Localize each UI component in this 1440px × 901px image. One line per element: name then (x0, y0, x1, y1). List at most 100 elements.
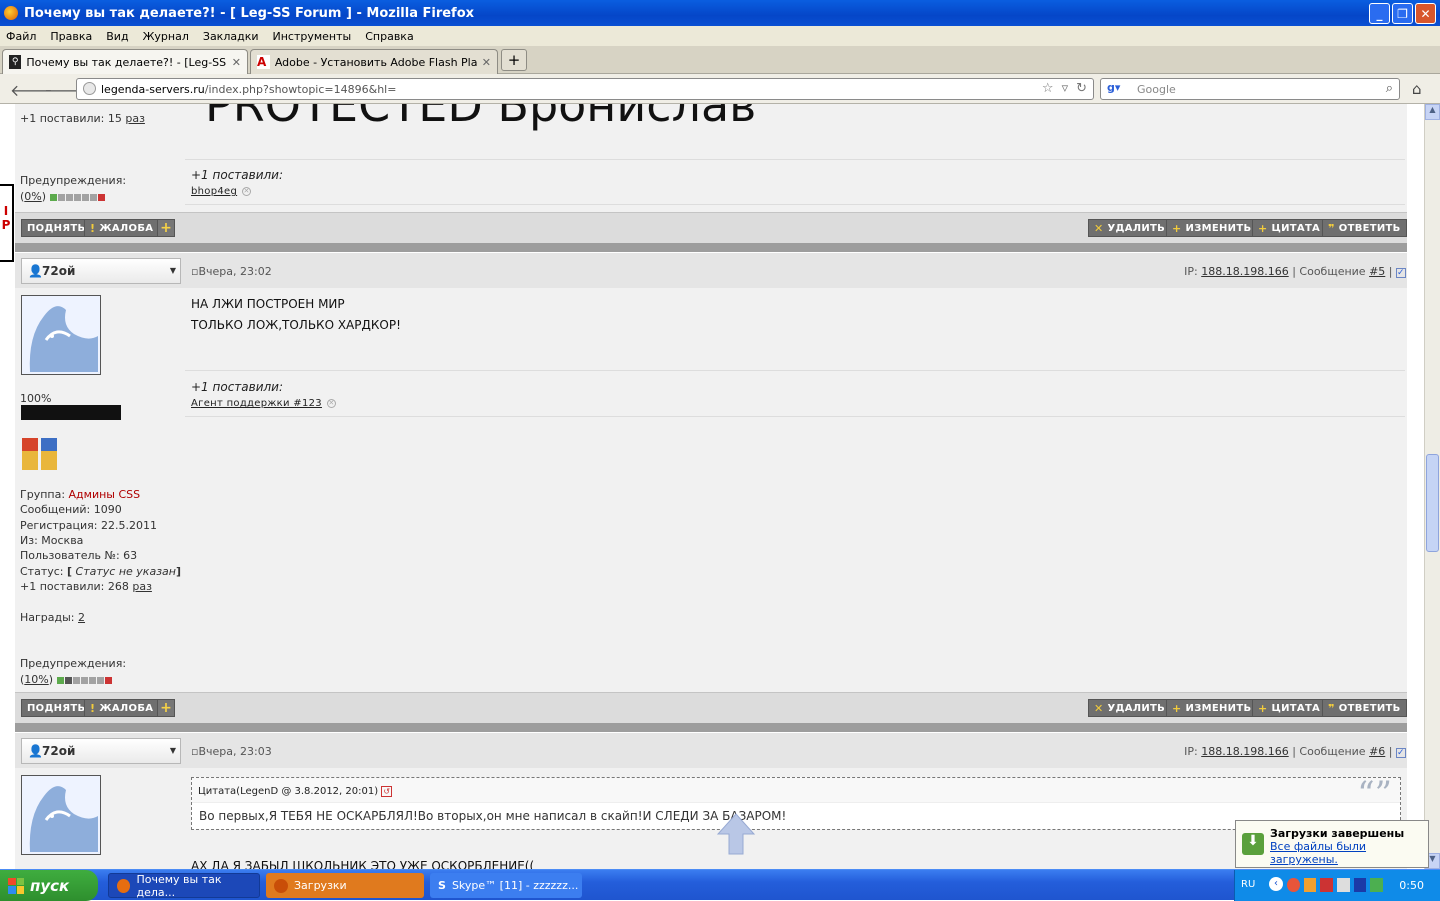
quote-button[interactable]: + ЦИТАТА (1252, 219, 1327, 237)
rep-label: +1 поставили: (191, 168, 284, 182)
user-avatar[interactable] (21, 295, 101, 375)
menu-bookmarks[interactable]: Закладки (203, 30, 259, 43)
awards-link[interactable]: 2 (78, 611, 85, 624)
chevron-down-icon: ▼ (169, 746, 176, 755)
menu-tools[interactable]: Инструменты (273, 30, 352, 43)
reply-button[interactable]: ❞ ОТВЕТИТЬ (1322, 699, 1407, 717)
post-number-link[interactable]: #6 (1369, 745, 1385, 758)
bookmark-star-icon[interactable]: ☆ (1042, 81, 1054, 96)
up-button[interactable]: ПОДНЯТЬ (21, 699, 92, 717)
user-number: Пользователь №: 63 (20, 549, 138, 562)
select-checkbox[interactable]: ✓ (1396, 268, 1406, 278)
tray-expand-icon[interactable]: ‹ (1269, 877, 1283, 891)
reply-button[interactable]: ❞ ОТВЕТИТЬ (1322, 219, 1407, 237)
tray-app-icon (1353, 878, 1367, 892)
search-placeholder: Google (1137, 82, 1176, 96)
post-number-link[interactable]: #5 (1369, 265, 1385, 278)
close-window-button[interactable]: ✕ (1415, 3, 1436, 24)
close-tab-icon[interactable]: ✕ (482, 56, 491, 69)
plus-count-link[interactable]: раз (125, 112, 145, 125)
warnings-row: (10%) (20, 673, 113, 686)
task-skype[interactable]: S Skype™ [11] - zzzzzz... (430, 873, 582, 898)
vertical-scrollbar[interactable]: ▲ ▼ (1424, 104, 1440, 869)
delete-button[interactable]: ✕ УДАЛИТЬ (1088, 219, 1172, 237)
user-menu-button[interactable]: 👤 72ой ▼ (21, 738, 181, 764)
side-ip-tag[interactable]: IP (0, 184, 14, 262)
menu-history[interactable]: Журнал (143, 30, 189, 43)
tab-forum[interactable]: ⚲ Почему вы так делаете?! - [Leg-SS Fo..… (2, 49, 248, 74)
rep-bar (21, 405, 121, 420)
menu-help[interactable]: Справка (365, 30, 413, 43)
menu-view[interactable]: Вид (106, 30, 128, 43)
multiquote-button[interactable]: + (157, 219, 175, 237)
reload-icon[interactable]: ↻ (1076, 81, 1087, 96)
user-status: Статус: [ Статус не указан] (20, 565, 182, 578)
minimize-button[interactable]: _ (1369, 3, 1390, 24)
system-tray: RU ‹ 0:50 (1234, 870, 1440, 901)
quote-jump-icon[interactable]: ↺ (381, 786, 393, 797)
language-indicator[interactable]: RU (1241, 879, 1255, 890)
url-bar[interactable]: legenda-servers.ru/index.php?showtopic=1… (76, 78, 1094, 100)
windows-logo-icon (8, 877, 24, 894)
tab-adobe[interactable]: A Adobe - Установить Adobe Flash Player … (250, 49, 498, 74)
menu-bar: Файл Правка Вид Журнал Закладки Инструме… (0, 26, 1440, 46)
chevron-down-icon[interactable]: ▿ (1062, 81, 1069, 96)
task-firefox-forum[interactable]: Почему вы так дела... (108, 873, 260, 899)
scroll-thumb[interactable] (1426, 454, 1439, 552)
delete-button[interactable]: ✕ УДАЛИТЬ (1088, 699, 1172, 717)
post-ip-info: IP: 188.18.198.166 | Сообщение #6 | ✓ (1184, 745, 1406, 758)
task-downloads[interactable]: Загрузки (266, 873, 424, 898)
google-icon[interactable]: g▾ (1107, 81, 1120, 94)
restore-button[interactable]: ❐ (1392, 3, 1413, 24)
post-ip-info: IP: 188.18.198.166 | Сообщение #5 | ✓ (1184, 265, 1406, 278)
quote-marks-icon: “” (1357, 774, 1392, 814)
menu-edit[interactable]: Правка (50, 30, 92, 43)
downloads-complete-popup[interactable]: ⬇ Загрузки завершены Все файлы были загр… (1235, 820, 1429, 868)
site-identity-icon[interactable] (83, 82, 96, 95)
select-checkbox[interactable]: ✓ (1396, 748, 1406, 758)
menu-file[interactable]: Файл (6, 30, 36, 43)
close-tab-icon[interactable]: ✕ (232, 56, 241, 69)
window-title: Почему вы так делаете?! - [ Leg-SS Forum… (24, 5, 475, 21)
report-button[interactable]: ! ЖАЛОБА (84, 219, 160, 237)
scroll-up-icon[interactable]: ▲ (1425, 104, 1440, 120)
up-button[interactable]: ПОДНЯТЬ (21, 219, 92, 237)
edit-button[interactable]: + ИЗМЕНИТЬ (1166, 219, 1258, 237)
user-avatar[interactable] (21, 775, 101, 855)
rep-user-link[interactable]: Агент поддержки #123 ✕ (191, 398, 336, 409)
start-button[interactable]: пуск (0, 870, 98, 901)
tray-app-icon (1370, 878, 1384, 892)
plus-count-link[interactable]: раз (132, 580, 152, 593)
clock: 0:50 (1399, 879, 1424, 892)
report-button[interactable]: ! ЖАЛОБА (84, 699, 160, 717)
ip-link[interactable]: 188.18.198.166 (1201, 745, 1288, 758)
tab-label: Adobe - Установить Adobe Flash Player (274, 55, 477, 69)
download-icon: ⬇ (1242, 833, 1264, 855)
user-posts: Сообщений: 1090 (20, 503, 122, 516)
user-menu-button[interactable]: 👤 72ой ▼ (21, 258, 181, 284)
firefox-icon (117, 878, 131, 893)
remove-rep-icon: ✕ (242, 186, 252, 196)
medal-icon (41, 438, 57, 470)
downloads-link[interactable]: Все файлы были загружены. (1270, 840, 1422, 866)
quote-button[interactable]: + ЦИТАТА (1252, 699, 1327, 717)
edit-button[interactable]: + ИЗМЕНИТЬ (1166, 699, 1258, 717)
adobe-icon: A (257, 55, 270, 69)
multiquote-button[interactable]: + (157, 699, 175, 717)
tray-app-icon (1303, 878, 1317, 892)
windows-taskbar: пуск Почему вы так дела... Загрузки S Sk… (0, 869, 1440, 901)
search-box[interactable]: g▾ Google ⌕ (1100, 78, 1400, 100)
url-path: /index.php?showtopic=14896&hl= (204, 82, 397, 96)
tray-app-icon (1287, 878, 1300, 892)
search-icon[interactable]: ⌕ (1386, 81, 1393, 96)
site-favicon-icon: ⚲ (9, 55, 22, 69)
window-titlebar: Почему вы так делаете?! - [ Leg-SS Forum… (0, 0, 1440, 26)
rep-user-link[interactable]: bhop4eg ✕ (191, 186, 252, 197)
ip-link[interactable]: 188.18.198.166 (1201, 265, 1288, 278)
scroll-top-arrow-icon[interactable] (716, 812, 756, 856)
new-tab-button[interactable]: + (501, 49, 527, 71)
home-icon[interactable]: ⌂ (1412, 80, 1422, 98)
username: 72ой (42, 744, 76, 758)
quote-block: Цитата(LegenD @ 3.8.2012, 20:01) ↺ “” Во … (191, 774, 1401, 830)
post-date: ▫Вчера, 23:02 (191, 265, 272, 278)
